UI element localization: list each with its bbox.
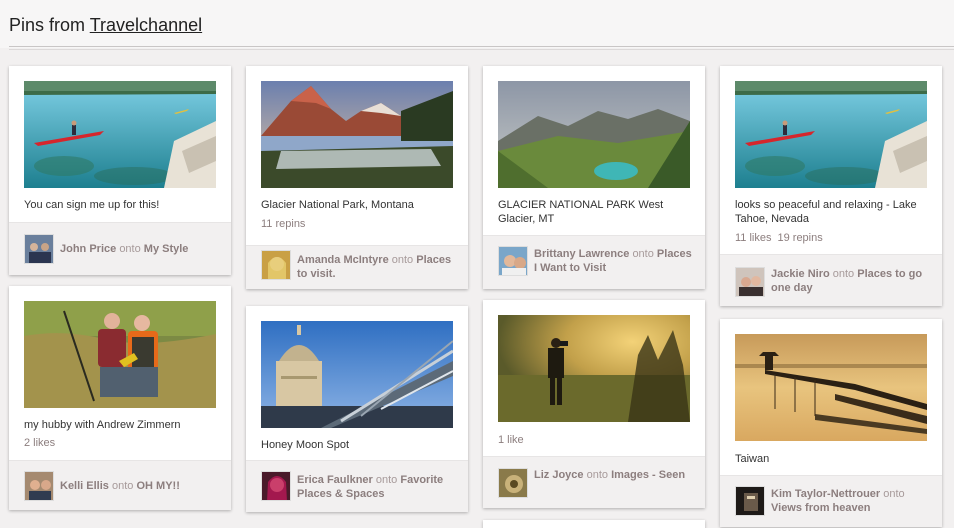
avatar[interactable] [735, 267, 765, 297]
page-title: Pins from Travelchannel [9, 15, 202, 36]
pin-attribution-text: Erica Faulkner onto Favorite Places & Sp… [297, 474, 444, 500]
board-name[interactable]: Views from heaven [771, 502, 870, 514]
pin-stats: 2 likes [24, 437, 216, 449]
photographer-sunset-icon[interactable] [498, 315, 690, 422]
pinner-name[interactable]: Kim Taylor-Nettrouer [771, 488, 880, 500]
pin-card[interactable]: GLACIER NATIONAL PARK West Glacier, MT B… [483, 66, 705, 289]
pin-card[interactable]: my hubby with Andrew Zimmern 2 likes Kel… [9, 286, 231, 510]
avatar[interactable] [735, 486, 765, 516]
pinner-name[interactable]: Jackie Niro [771, 268, 830, 280]
title-prefix: Pins from [9, 15, 86, 35]
pin-attribution[interactable]: Erica Faulkner onto Favorite Places & Sp… [246, 460, 468, 512]
pin-description: Glacier National Park, Montana [261, 199, 414, 211]
kayak-lake-icon[interactable] [24, 81, 216, 188]
avatar[interactable] [24, 471, 54, 501]
two-men-field-icon[interactable] [24, 301, 216, 408]
pin-stats: 11 likes 19 repins [735, 232, 927, 244]
like-count[interactable]: 11 likes [735, 232, 771, 244]
pin-attribution-text: Liz Joyce onto Images - Seen [534, 469, 686, 481]
pinner-name[interactable]: John Price [60, 243, 116, 255]
header-divider [9, 46, 954, 50]
repin-count[interactable]: 19 repins [777, 232, 822, 244]
pinner-name[interactable]: Kelli Ellis [60, 480, 109, 492]
board-name[interactable]: My Style [144, 243, 189, 255]
pin-description: Honey Moon Spot [261, 439, 350, 451]
pinner-name[interactable]: Erica Faulkner [297, 474, 373, 486]
pin-attribution[interactable]: Jackie Niro onto Places to go one day [720, 254, 942, 306]
pin-attribution[interactable]: John Price onto My Style [9, 222, 231, 275]
pin-card[interactable]: Taiwan Kim Taylor-Nettrouer onto Views f… [720, 319, 942, 527]
pinner-name[interactable]: Amanda McIntyre [297, 254, 389, 266]
profile-link[interactable]: Travelchannel [90, 15, 202, 35]
avatar[interactable] [24, 234, 54, 264]
pin-card[interactable]: Glacier National Park, Montana 11 repins… [246, 66, 468, 289]
pin-card[interactable]: 1 like Liz Joyce onto Images - Seen [483, 300, 705, 508]
pin-card[interactable] [483, 520, 705, 528]
avatar[interactable] [261, 471, 291, 501]
pinner-name[interactable]: Brittany Lawrence [534, 248, 629, 260]
avatar[interactable] [498, 468, 528, 498]
avatar[interactable] [498, 246, 528, 276]
pin-card[interactable]: looks so peaceful and relaxing - Lake Ta… [720, 66, 942, 306]
pin-attribution[interactable]: Brittany Lawrence onto Places I Want to … [483, 235, 705, 289]
pin-attribution[interactable]: Kim Taylor-Nettrouer onto Views from hea… [720, 475, 942, 527]
pagoda-pier-icon[interactable] [735, 334, 927, 441]
like-count[interactable]: 1 like [498, 434, 524, 446]
pin-attribution-text: Jackie Niro onto Places to go one day [771, 268, 923, 294]
pin-attribution-text: Brittany Lawrence onto Places I Want to … [534, 248, 692, 274]
glacier-valley-icon[interactable] [498, 81, 690, 188]
pin-card[interactable]: Honey Moon Spot Erica Faulkner onto Favo… [246, 306, 468, 512]
pin-description: looks so peaceful and relaxing - Lake Ta… [735, 199, 917, 225]
page-header: Pins from Travelchannel [0, 0, 954, 50]
mountain-lake-icon[interactable] [261, 81, 453, 188]
avatar[interactable] [261, 250, 291, 280]
pin-description: GLACIER NATIONAL PARK West Glacier, MT [498, 199, 664, 225]
pin-card[interactable]: You can sign me up for this! John Price … [9, 66, 231, 275]
pin-stats: 1 like [498, 434, 690, 446]
like-count[interactable]: 2 likes [24, 437, 55, 449]
pin-attribution[interactable]: Liz Joyce onto Images - Seen [483, 456, 705, 508]
pin-attribution[interactable]: Amanda McIntyre onto Places to visit. [246, 245, 468, 289]
pinner-name[interactable]: Liz Joyce [534, 469, 584, 481]
pin-stats: 11 repins [261, 218, 453, 230]
pin-description: You can sign me up for this! [24, 199, 160, 211]
pin-attribution-text: Kim Taylor-Nettrouer onto Views from hea… [771, 488, 905, 514]
pin-attribution[interactable]: Kelli Ellis onto OH MY!! [9, 460, 231, 510]
pin-attribution-text: Amanda McIntyre onto Places to visit. [297, 254, 452, 280]
kayak-lake-icon[interactable] [735, 81, 927, 188]
board-name[interactable]: Images - Seen [611, 469, 685, 481]
pin-description: my hubby with Andrew Zimmern [24, 419, 181, 431]
pin-attribution-text: Kelli Ellis onto OH MY!! [60, 480, 180, 492]
repin-count[interactable]: 11 repins [261, 218, 305, 230]
pin-description: Taiwan [735, 453, 770, 465]
pin-attribution-text: John Price onto My Style [60, 243, 189, 255]
st-pauls-bridge-icon[interactable] [261, 321, 453, 428]
board-name[interactable]: OH MY!! [136, 480, 179, 492]
